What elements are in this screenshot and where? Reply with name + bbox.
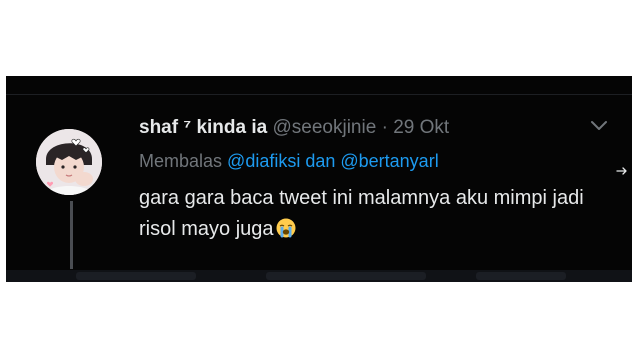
screenshot-frame: shaf ⁷ kinda ia @seeokjinie · 29 Okt Mem… bbox=[6, 76, 632, 282]
reply-context: Membalas @diafiksi dan @bertanyarl bbox=[139, 149, 619, 173]
tweet-body: gara gara baca tweet ini malamnya aku mi… bbox=[139, 187, 584, 240]
chevron-down-icon[interactable] bbox=[589, 119, 609, 133]
top-divider bbox=[6, 94, 632, 95]
blurred-row bbox=[476, 272, 566, 280]
reply-prefix: Membalas bbox=[139, 151, 223, 171]
loudly-crying-face-icon bbox=[276, 217, 296, 238]
user-handle[interactable]: @seeokjinie bbox=[273, 117, 377, 138]
blurred-row bbox=[76, 272, 196, 280]
tweet-date[interactable]: 29 Okt bbox=[393, 117, 449, 138]
thread-line bbox=[70, 201, 73, 269]
arrow-right-icon[interactable] bbox=[616, 164, 628, 176]
separator-dot: · bbox=[381, 117, 388, 138]
tweet-text: gara gara baca tweet ini malamnya aku mi… bbox=[139, 183, 609, 245]
blurred-row bbox=[266, 272, 426, 280]
avatar[interactable] bbox=[36, 129, 102, 195]
display-name[interactable]: shaf ⁷ kinda ia bbox=[139, 117, 267, 138]
tweet[interactable]: shaf ⁷ kinda ia @seeokjinie · 29 Okt Mem… bbox=[139, 116, 619, 245]
bottom-strip bbox=[6, 270, 632, 282]
avatar-photo bbox=[36, 129, 102, 195]
tweet-header: shaf ⁷ kinda ia @seeokjinie · 29 Okt bbox=[139, 116, 619, 140]
reply-mentions[interactable]: @diafiksi dan @bertanyarl bbox=[227, 151, 439, 171]
